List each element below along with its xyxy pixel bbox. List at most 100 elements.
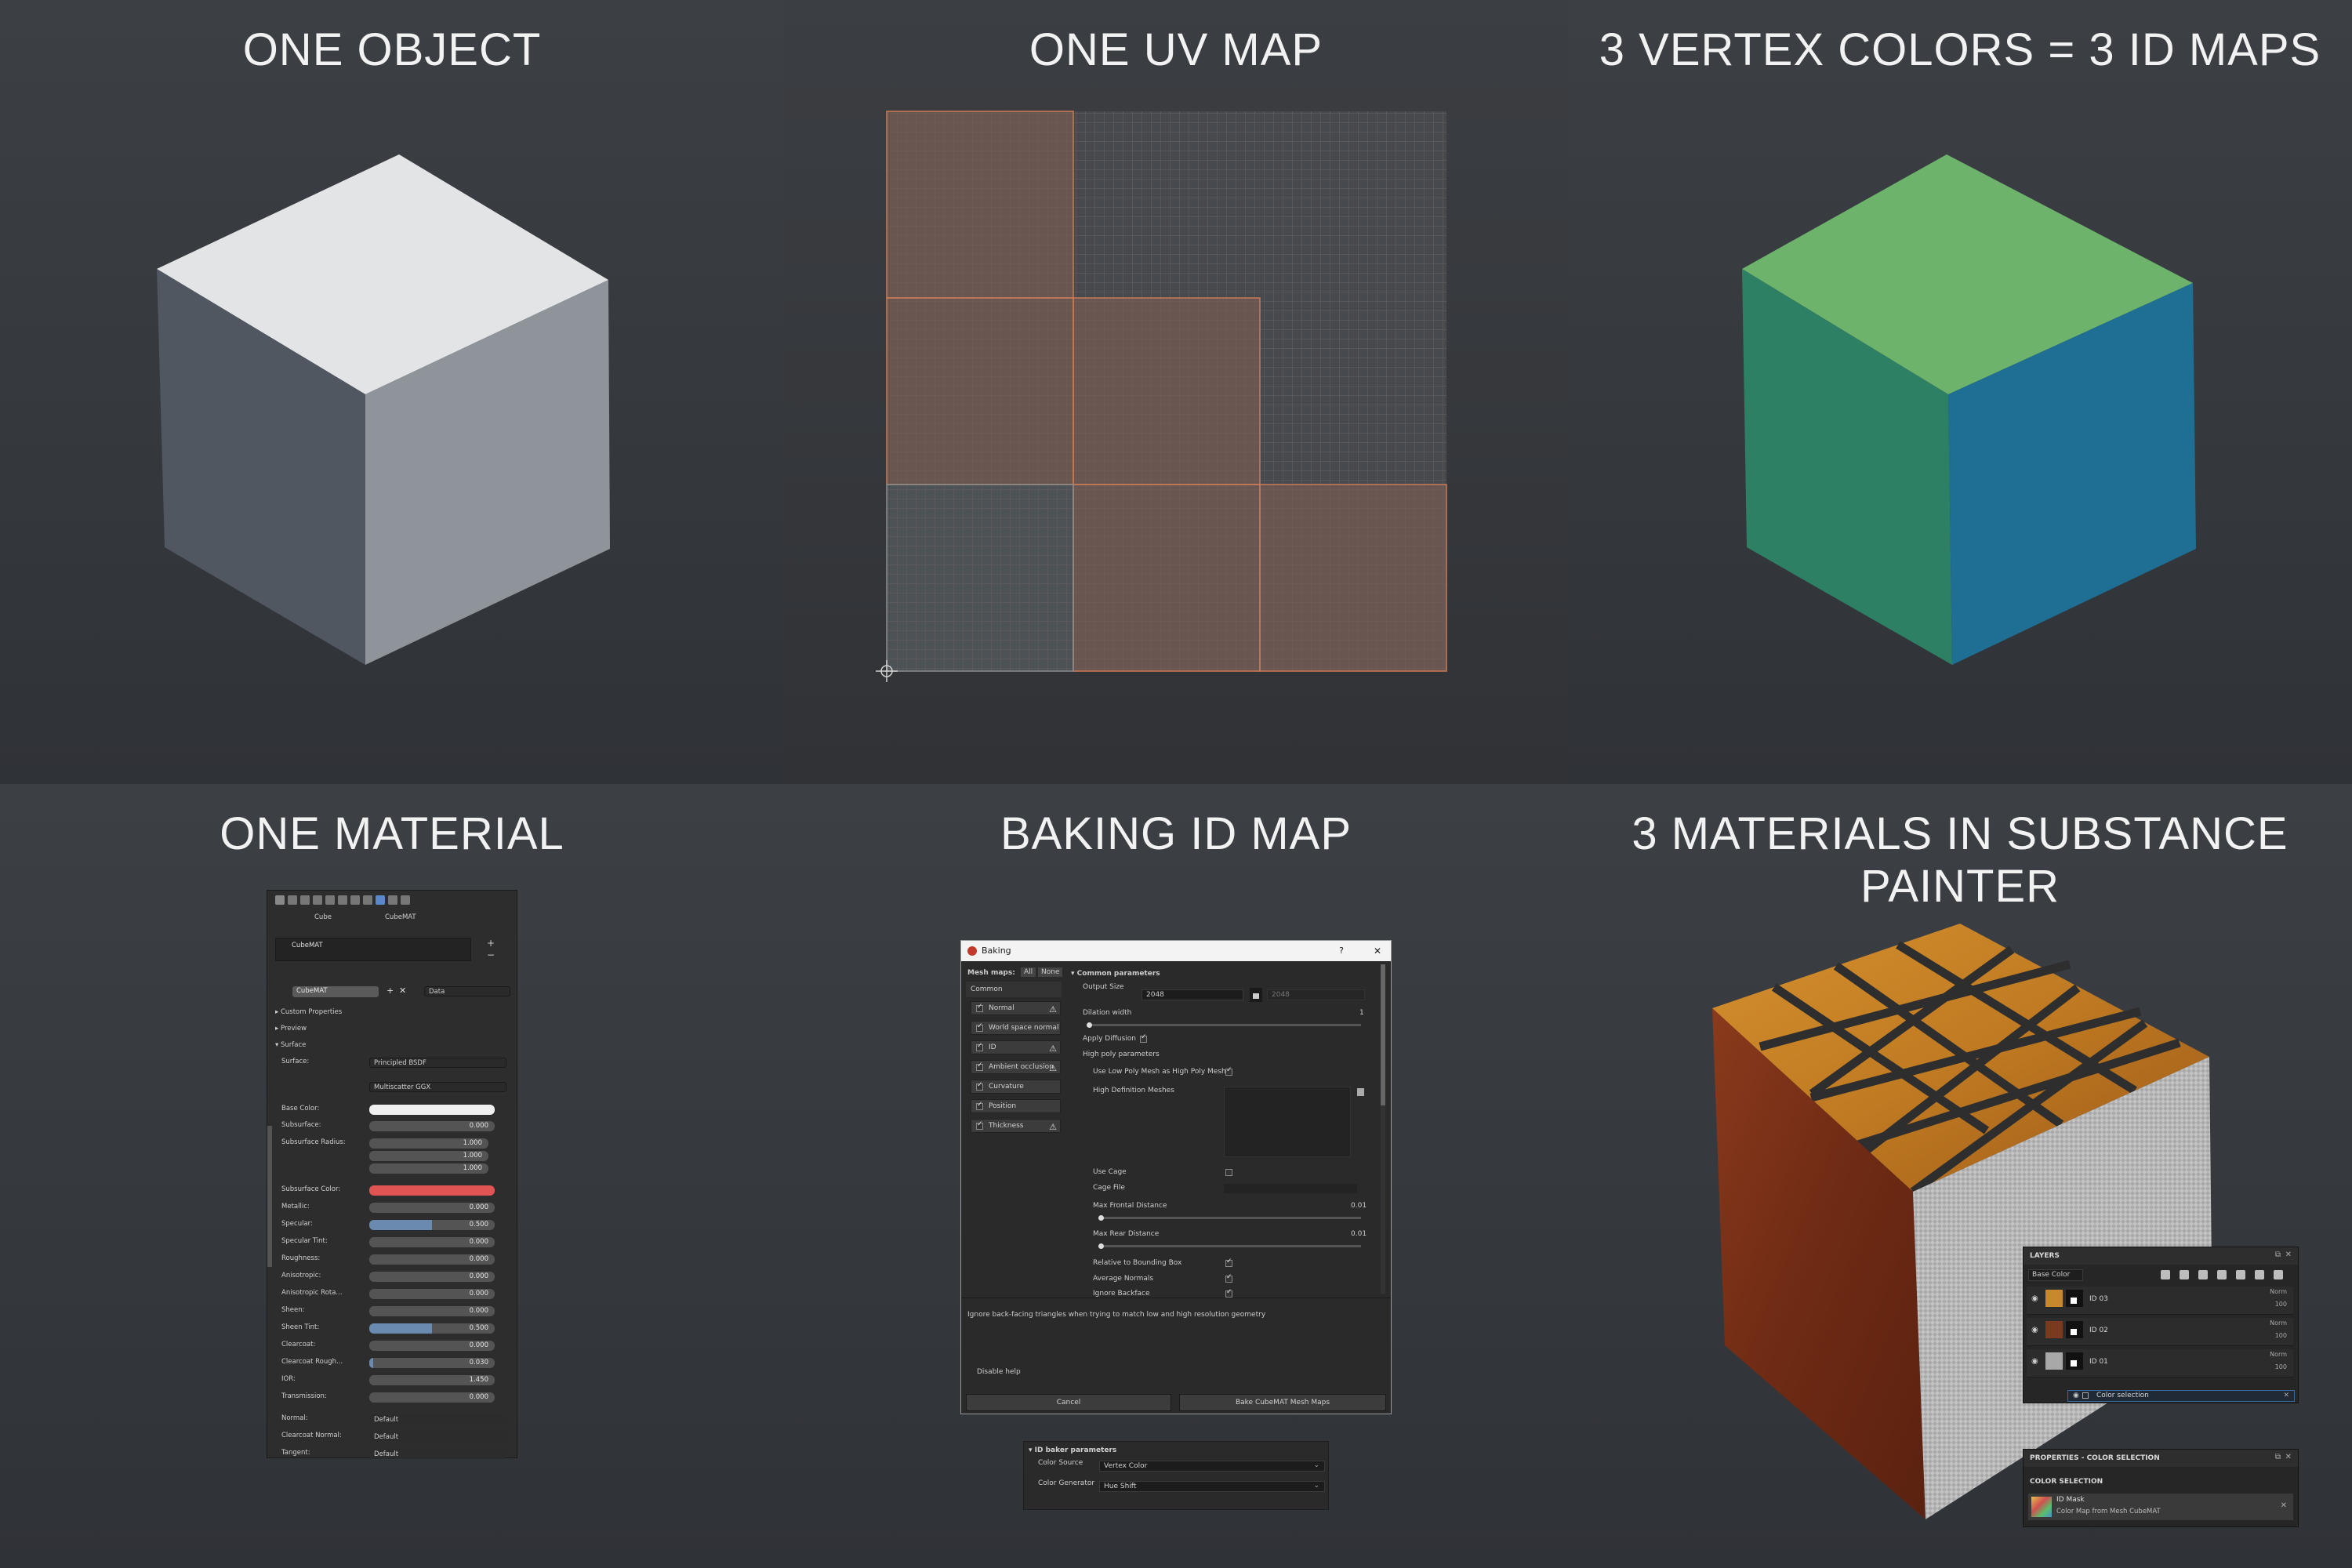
mesh-map-item[interactable]: Position bbox=[971, 1099, 1061, 1113]
output-size-dropdown-2[interactable]: 2048 bbox=[1267, 989, 1365, 1000]
properties-tab-icons[interactable] bbox=[275, 895, 510, 906]
close-icon[interactable]: ✕ bbox=[2285, 1250, 2292, 1259]
add-file-icon[interactable] bbox=[1357, 1088, 1364, 1096]
cage-file-field[interactable] bbox=[1224, 1184, 1357, 1193]
blend-mode[interactable]: Norm bbox=[2270, 1319, 2287, 1327]
lock-icon[interactable] bbox=[1250, 988, 1262, 1002]
property-slider[interactable]: 0.000 bbox=[369, 1254, 495, 1265]
max-frontal-slider[interactable] bbox=[1098, 1217, 1361, 1219]
scrollbar[interactable] bbox=[1381, 964, 1385, 1294]
surface-shader-dropdown[interactable]: Principled BSDF bbox=[369, 1058, 506, 1068]
mesh-map-item[interactable]: World space normal bbox=[971, 1021, 1061, 1035]
subsurface-radius-x[interactable]: 1.000 bbox=[369, 1138, 488, 1149]
effect-icon[interactable] bbox=[2236, 1270, 2245, 1279]
apply-diffusion-checkbox[interactable] bbox=[1140, 1033, 1147, 1043]
input-link-dropdown[interactable]: Default bbox=[369, 1449, 506, 1459]
mesh-map-item[interactable]: ID ⚠ bbox=[971, 1040, 1061, 1054]
id-baker-header[interactable]: ▾ ID baker parameters bbox=[1029, 1446, 1116, 1454]
close-icon[interactable]: ✕ bbox=[2283, 1392, 2289, 1399]
delete-icon[interactable] bbox=[2274, 1270, 2283, 1279]
map-checkbox[interactable] bbox=[976, 1042, 983, 1051]
paint-icon[interactable] bbox=[2161, 1270, 2170, 1279]
select-none-button[interactable]: None bbox=[1038, 967, 1063, 977]
section-preview[interactable]: ▸ Preview bbox=[275, 1025, 307, 1033]
color-generator-dropdown[interactable]: Hue Shift ⌄ bbox=[1099, 1481, 1325, 1492]
section-custom-properties[interactable]: ▸ Custom Properties bbox=[275, 1008, 342, 1016]
close-icon[interactable]: ✕ bbox=[2281, 1501, 2287, 1510]
average-normals-checkbox[interactable] bbox=[1225, 1273, 1232, 1283]
map-checkbox[interactable] bbox=[976, 1003, 983, 1012]
ignore-backface-checkbox[interactable] bbox=[1225, 1288, 1232, 1298]
layer-row[interactable]: ◉ ID 02 Norm 100 bbox=[2027, 1318, 2293, 1346]
material-slot-name[interactable]: CubeMAT bbox=[292, 942, 323, 949]
add-layer-icon[interactable] bbox=[2180, 1270, 2189, 1279]
close-icon[interactable]: ✕ bbox=[1374, 941, 1381, 961]
map-list-common[interactable]: Common bbox=[966, 982, 1062, 997]
high-poly-header[interactable]: High poly parameters bbox=[1083, 1051, 1160, 1058]
property-slider[interactable]: 0.000 bbox=[369, 1289, 495, 1299]
use-low-poly-checkbox[interactable] bbox=[1225, 1066, 1232, 1076]
add-slot-button[interactable]: + bbox=[487, 938, 495, 949]
layer-row[interactable]: ◉ ID 01 Norm 100 bbox=[2027, 1349, 2293, 1377]
unlink-material-button[interactable]: ✕ bbox=[399, 985, 406, 996]
eye-icon[interactable]: ◉ bbox=[2031, 1357, 2038, 1366]
layer-opacity[interactable]: 100 bbox=[2275, 1301, 2287, 1308]
close-icon[interactable]: ✕ bbox=[2285, 1453, 2292, 1461]
section-surface[interactable]: ▾ Surface bbox=[275, 1041, 306, 1049]
input-link-dropdown[interactable]: Default bbox=[369, 1414, 506, 1425]
map-checkbox[interactable] bbox=[976, 1062, 983, 1071]
map-checkbox[interactable] bbox=[976, 1022, 983, 1032]
id-mask-resource[interactable]: ID Mask Color Map from Mesh CubeMAT ✕ bbox=[2028, 1494, 2293, 1520]
relative-bbox-checkbox[interactable] bbox=[1225, 1258, 1232, 1267]
common-parameters-header[interactable]: ▾ Common parameters bbox=[1071, 970, 1160, 978]
map-checkbox[interactable] bbox=[976, 1081, 983, 1091]
eye-icon[interactable]: ◉ bbox=[2031, 1326, 2038, 1334]
new-material-button[interactable]: + bbox=[387, 985, 394, 996]
sublayer-color-selection[interactable]: ◉ Color selection ✕ bbox=[2067, 1390, 2295, 1402]
help-button[interactable]: ? bbox=[1339, 941, 1344, 961]
property-slider[interactable]: 0.000 bbox=[369, 1392, 495, 1403]
blend-mode[interactable]: Norm bbox=[2270, 1288, 2287, 1295]
slider-knob[interactable] bbox=[1098, 1215, 1104, 1221]
layer-opacity[interactable]: 100 bbox=[2275, 1332, 2287, 1339]
folder-icon[interactable] bbox=[2255, 1270, 2264, 1279]
property-slider[interactable]: 0.000 bbox=[369, 1341, 495, 1351]
float-icon[interactable]: ⧉ bbox=[2275, 1250, 2281, 1259]
slider-knob[interactable] bbox=[1098, 1243, 1104, 1249]
material-slot-list[interactable]: CubeMAT bbox=[275, 938, 471, 961]
tab-object-cube[interactable]: Cube bbox=[314, 913, 332, 921]
mask-icon[interactable] bbox=[2217, 1270, 2227, 1279]
scrollbar[interactable] bbox=[267, 1126, 272, 1267]
layer-opacity[interactable]: 100 bbox=[2275, 1363, 2287, 1370]
map-checkbox[interactable] bbox=[976, 1101, 983, 1110]
material-name-field[interactable]: CubeMAT bbox=[292, 986, 379, 997]
base-color-swatch[interactable] bbox=[369, 1105, 495, 1115]
property-slider[interactable]: 0.000 bbox=[369, 1306, 495, 1316]
layer-row[interactable]: ◉ ID 03 Norm 100 bbox=[2027, 1287, 2293, 1315]
remove-slot-button[interactable]: − bbox=[487, 949, 495, 960]
distribution-dropdown[interactable]: Multiscatter GGX bbox=[369, 1082, 506, 1092]
subsurface-radius-y[interactable]: 1.000 bbox=[369, 1151, 488, 1161]
link-dropdown[interactable]: Data bbox=[424, 986, 510, 996]
tab-material-cubemat[interactable]: CubeMAT bbox=[385, 913, 416, 921]
slider-knob[interactable] bbox=[1087, 1022, 1092, 1028]
mesh-map-item[interactable]: Curvature bbox=[971, 1080, 1061, 1094]
mesh-map-item[interactable]: Thickness ⚠ bbox=[971, 1119, 1061, 1133]
dilation-slider[interactable] bbox=[1087, 1024, 1361, 1026]
subsurface-slider[interactable]: 0.000 bbox=[369, 1121, 495, 1131]
channel-dropdown[interactable]: Base Color bbox=[2028, 1269, 2083, 1281]
input-link-dropdown[interactable]: Default bbox=[369, 1432, 506, 1442]
mask-checkbox[interactable] bbox=[2082, 1392, 2089, 1399]
property-slider[interactable]: 0.000 bbox=[369, 1237, 495, 1247]
mesh-map-item[interactable]: Ambient occlusion⚠ bbox=[971, 1060, 1061, 1074]
max-rear-slider[interactable] bbox=[1098, 1245, 1361, 1247]
map-checkbox[interactable] bbox=[976, 1120, 983, 1130]
property-slider[interactable]: 0.030 bbox=[369, 1358, 495, 1368]
bake-button[interactable]: Bake CubeMAT Mesh Maps bbox=[1179, 1394, 1386, 1411]
hd-meshes-list[interactable] bbox=[1224, 1087, 1351, 1157]
color-source-dropdown[interactable]: Vertex Color ⌄ bbox=[1099, 1461, 1325, 1472]
mesh-map-item[interactable]: Normal ⚠ bbox=[971, 1001, 1061, 1015]
property-slider[interactable]: 0.000 bbox=[369, 1272, 495, 1282]
float-icon[interactable]: ⧉ bbox=[2275, 1453, 2281, 1461]
select-all-button[interactable]: All bbox=[1021, 967, 1036, 977]
